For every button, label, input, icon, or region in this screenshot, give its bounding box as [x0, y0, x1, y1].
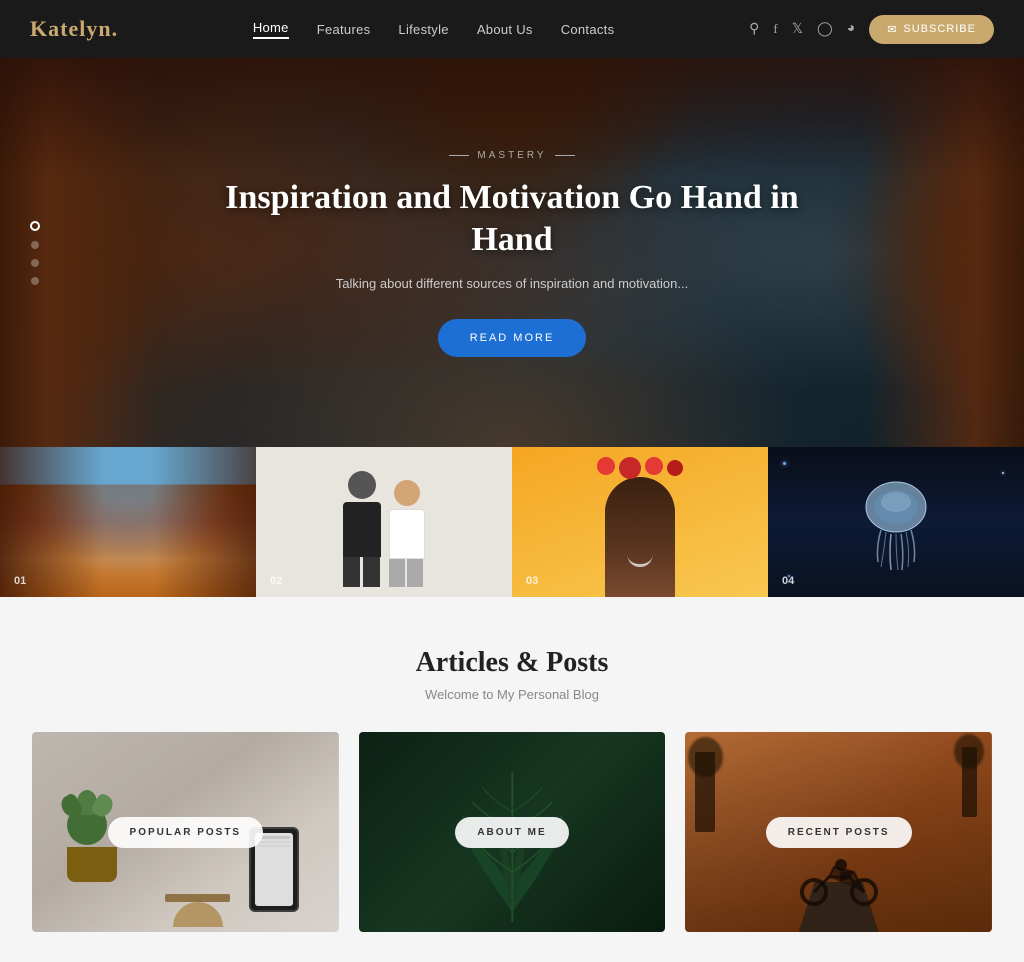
hero-title: Inspiration and Motivation Go Hand in Ha…	[212, 177, 812, 262]
gallery-num-1: 01	[14, 575, 26, 587]
section-header: Articles & Posts Welcome to My Personal …	[30, 647, 994, 702]
nav-lifestyle[interactable]: Lifestyle	[398, 22, 448, 37]
article-card-about[interactable]: ABOUT ME	[359, 732, 666, 932]
legs-male	[343, 557, 381, 587]
leg-left	[343, 557, 360, 587]
section-title: Articles & Posts	[30, 647, 994, 679]
facebook-icon[interactable]: f	[773, 21, 777, 37]
slider-dot-3[interactable]	[31, 259, 39, 267]
gallery-item-3[interactable]: 03	[512, 447, 768, 597]
section-subtitle: Welcome to My Personal Blog	[30, 687, 994, 702]
flower-2	[619, 457, 641, 479]
subscribe-icon: ✉	[887, 23, 897, 36]
hero-subtitle: Talking about different sources of inspi…	[212, 276, 812, 291]
recent-posts-button[interactable]: RECENT POSTS	[766, 817, 912, 848]
slider-dots	[30, 221, 40, 285]
hero-section: MASTERY Inspiration and Motivation Go Ha…	[0, 58, 1024, 448]
header-right: ⚲ f 𝕏 ◯ ◕ ✉ SUBSCRIBE	[749, 15, 994, 44]
gallery-bg-4	[768, 447, 1024, 597]
gallery-num-3: 03	[526, 575, 538, 587]
hero-content: MASTERY Inspiration and Motivation Go Ha…	[212, 150, 812, 357]
gallery-bg-3	[512, 447, 768, 597]
canyon-shadow-right	[154, 447, 256, 597]
gallery-item-2[interactable]: 02	[256, 447, 512, 597]
search-icon[interactable]: ⚲	[749, 21, 759, 38]
slider-dot-4[interactable]	[31, 277, 39, 285]
gallery-num-4: 04	[782, 575, 794, 587]
head-male	[348, 471, 376, 499]
head-female	[394, 480, 420, 506]
subscribe-button[interactable]: ✉ SUBSCRIBE	[869, 15, 994, 44]
leg-right	[363, 557, 380, 587]
figure-male	[343, 471, 381, 587]
subscribe-label: SUBSCRIBE	[903, 23, 976, 35]
flower-3	[645, 457, 663, 475]
header: Katelyn. Home Features Lifestyle About U…	[0, 0, 1024, 58]
gallery-num-2: 02	[270, 575, 282, 587]
flower-4	[667, 460, 683, 476]
torso-male	[343, 502, 381, 557]
article-card-popular[interactable]: POPULAR POSTS	[32, 732, 339, 932]
nav-contacts[interactable]: Contacts	[561, 22, 615, 37]
nav-home[interactable]: Home	[253, 20, 289, 39]
popular-posts-button[interactable]: POPULAR POSTS	[108, 817, 264, 848]
slider-dot-1[interactable]	[30, 221, 40, 231]
legs-female	[389, 559, 425, 587]
portrait-face	[605, 477, 675, 597]
fashion-figures	[343, 457, 425, 587]
main-nav: Home Features Lifestyle About Us Contact…	[253, 20, 615, 39]
card-overlay-recent: RECENT POSTS	[685, 732, 992, 932]
flower-1	[597, 457, 615, 475]
sparkle-1	[783, 462, 786, 465]
card-overlay-about: ABOUT ME	[359, 732, 666, 932]
gallery-bg-2	[256, 447, 512, 597]
nav-features[interactable]: Features	[317, 22, 371, 37]
nav-about[interactable]: About Us	[477, 22, 533, 37]
rss-icon[interactable]: ◕	[847, 21, 855, 37]
figure-female	[389, 480, 425, 587]
gallery-item-4[interactable]: 04	[768, 447, 1024, 597]
articles-grid: POPULAR POSTS	[32, 732, 992, 932]
slider-dot-2[interactable]	[31, 241, 39, 249]
gallery-bg-1	[0, 447, 256, 597]
sparkle-2	[1002, 472, 1004, 474]
torso-female	[389, 509, 425, 559]
jellyfish-container	[768, 447, 1024, 597]
leg-right-f	[407, 559, 423, 587]
logo-text: Katelyn	[30, 16, 112, 41]
card-overlay-popular: POPULAR POSTS	[32, 732, 339, 932]
jellyfish-svg	[856, 472, 936, 572]
instagram-icon[interactable]: ◯	[817, 21, 833, 38]
logo-dot: .	[112, 16, 119, 41]
articles-section: Articles & Posts Welcome to My Personal …	[0, 597, 1024, 962]
twitter-icon[interactable]: 𝕏	[792, 21, 803, 38]
gallery-strip: 01	[0, 447, 1024, 597]
read-more-button[interactable]: READ MORE	[438, 319, 587, 357]
hero-category: MASTERY	[212, 150, 812, 161]
gallery-item-1[interactable]: 01	[0, 447, 256, 597]
leg-left-f	[389, 559, 405, 587]
about-me-button[interactable]: ABOUT ME	[455, 817, 568, 848]
flowers	[597, 457, 683, 479]
logo[interactable]: Katelyn.	[30, 16, 118, 42]
article-card-recent[interactable]: RECENT POSTS	[685, 732, 992, 932]
